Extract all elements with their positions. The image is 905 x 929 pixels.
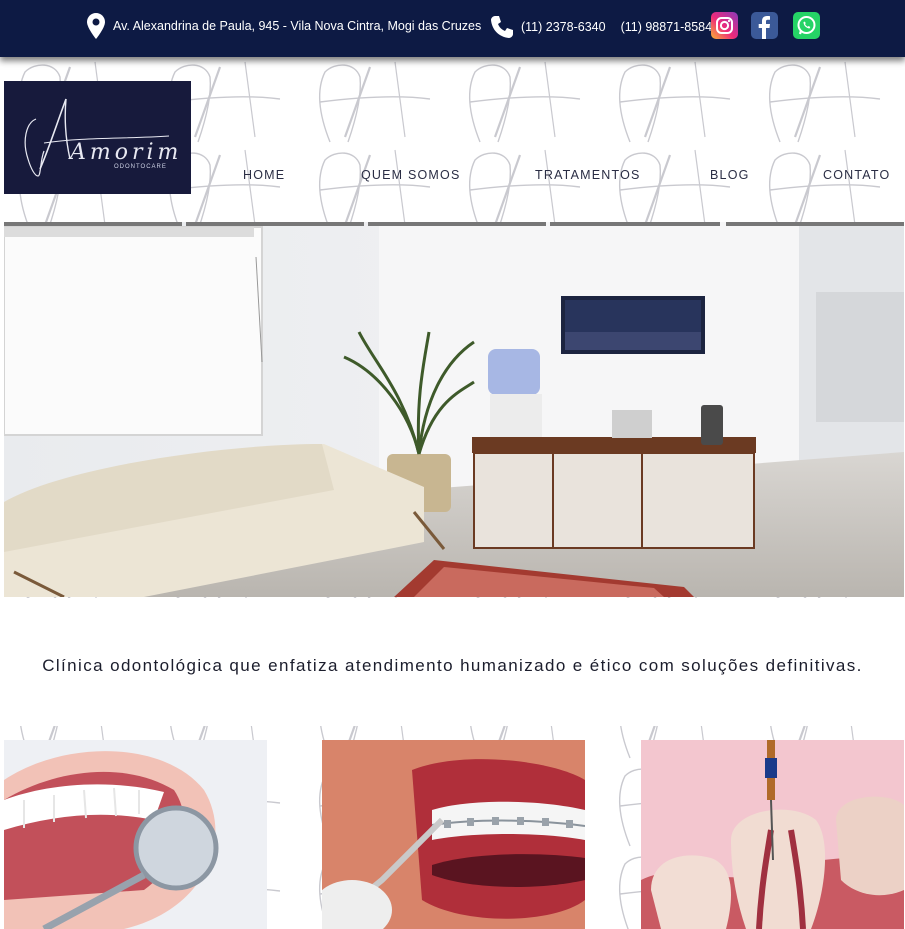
- nav-tratamentos[interactable]: TRATAMENTOS: [535, 168, 641, 182]
- main-nav: HOME QUEM SOMOS TRATAMENTOS BLOG CONTATO: [0, 168, 905, 188]
- service-image-whitening[interactable]: [4, 740, 267, 929]
- phone-block: (11) 2378-6340 (11) 98871-8584: [489, 14, 712, 40]
- service-image-orthodontics[interactable]: [322, 740, 585, 929]
- hero-image: [4, 222, 904, 597]
- address-text: Av. Alexandrina de Paula, 945 - Vila Nov…: [113, 19, 482, 33]
- phone-icon: [491, 16, 513, 38]
- top-contact-bar: Av. Alexandrina de Paula, 945 - Vila Nov…: [0, 0, 905, 57]
- nav-contato[interactable]: CONTATO: [823, 168, 890, 182]
- nav-home[interactable]: HOME: [243, 168, 285, 182]
- facebook-icon[interactable]: [751, 12, 778, 39]
- tagline-section: Clínica odontológica que enfatiza atendi…: [0, 598, 905, 726]
- instagram-icon[interactable]: [711, 12, 738, 39]
- whatsapp-icon[interactable]: [793, 12, 820, 39]
- clinic-tagline: Clínica odontológica que enfatiza atendi…: [42, 656, 863, 675]
- nav-quem-somos[interactable]: QUEM SOMOS: [361, 168, 461, 182]
- address-block[interactable]: Av. Alexandrina de Paula, 945 - Vila Nov…: [87, 13, 481, 39]
- service-image-root-canal[interactable]: [641, 740, 904, 929]
- nav-blog[interactable]: BLOG: [710, 168, 750, 182]
- phone-number-1[interactable]: (11) 2378-6340: [521, 20, 606, 34]
- logo-name: Amorim: [68, 140, 182, 165]
- phone-number-2[interactable]: (11) 98871-8584: [621, 20, 713, 34]
- location-pin-icon: [87, 13, 105, 39]
- hero-slider-indicator: [4, 222, 904, 226]
